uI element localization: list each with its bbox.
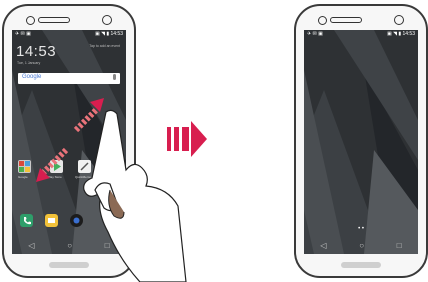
dock-phone-icon[interactable] (20, 214, 33, 227)
dock-camera-icon[interactable] (70, 214, 83, 227)
transition-arrow-icon (167, 121, 207, 157)
recent-apps-button[interactable]: □ (105, 241, 110, 250)
google-search-bar[interactable]: Google (18, 73, 120, 84)
app-label-google: Google (18, 175, 28, 179)
right-screen: ✈ ✉ ▣ ▣ ◥ ▮ 14:53 • • ◁ ○ □ (304, 30, 418, 254)
left-phone: ✈ ✉ ▣ ▣ ◥ ▮ 14:53 14:53 Tue, 1 January T… (2, 4, 136, 278)
speaker-grille (38, 17, 70, 23)
app-label-play-store: Play Store (48, 175, 62, 179)
back-button[interactable]: ◁ (28, 241, 34, 250)
speaker-grille (330, 17, 362, 23)
app-icon-google[interactable] (18, 160, 31, 173)
nav-bar: ◁ ○ □ (304, 236, 418, 254)
status-left-icons: ✈ ✉ ▣ (15, 31, 31, 37)
app-label-music: Music (105, 175, 113, 179)
app-icon-quickmemo[interactable] (78, 160, 91, 173)
dock-messages-icon[interactable] (45, 214, 58, 227)
sensor-icon (102, 15, 112, 25)
google-logo: Google (22, 74, 42, 80)
home-button[interactable]: ○ (359, 241, 364, 250)
clock-widget-hint[interactable]: Tap to add an event (89, 44, 120, 48)
left-screen: ✈ ✉ ▣ ▣ ◥ ▮ 14:53 14:53 Tue, 1 January T… (12, 30, 126, 254)
app-icon-music[interactable] (104, 160, 117, 173)
bottom-bezel (341, 262, 381, 268)
mic-icon[interactable] (113, 74, 116, 80)
app-label-quickmemo: QuickMemo+ (75, 175, 93, 179)
sensor-icon (394, 15, 404, 25)
front-camera-icon (26, 16, 35, 25)
bottom-bezel (49, 262, 89, 268)
wallpaper (304, 30, 418, 254)
status-bar: ✈ ✉ ▣ ▣ ◥ ▮ 14:53 (12, 30, 126, 38)
nav-bar: ◁ ○ □ (12, 236, 126, 254)
home-button[interactable]: ○ (67, 241, 72, 250)
app-icon-play-store[interactable] (50, 160, 63, 173)
page-indicator: • • (358, 226, 364, 232)
right-phone: ✈ ✉ ▣ ▣ ◥ ▮ 14:53 • • ◁ ○ □ (294, 4, 428, 278)
clock-widget-date: Tue, 1 January (17, 61, 41, 65)
clock-widget-time[interactable]: 14:53 (16, 43, 56, 60)
status-bar: ✈ ✉ ▣ ▣ ◥ ▮ 14:53 (304, 30, 418, 38)
back-button[interactable]: ◁ (320, 241, 326, 250)
status-left-icons: ✈ ✉ ▣ (307, 31, 323, 37)
status-right-icons: ▣ ◥ ▮ 14:53 (94, 31, 123, 37)
recent-apps-button[interactable]: □ (397, 241, 402, 250)
front-camera-icon (318, 16, 327, 25)
status-right-icons: ▣ ◥ ▮ 14:53 (386, 31, 415, 37)
